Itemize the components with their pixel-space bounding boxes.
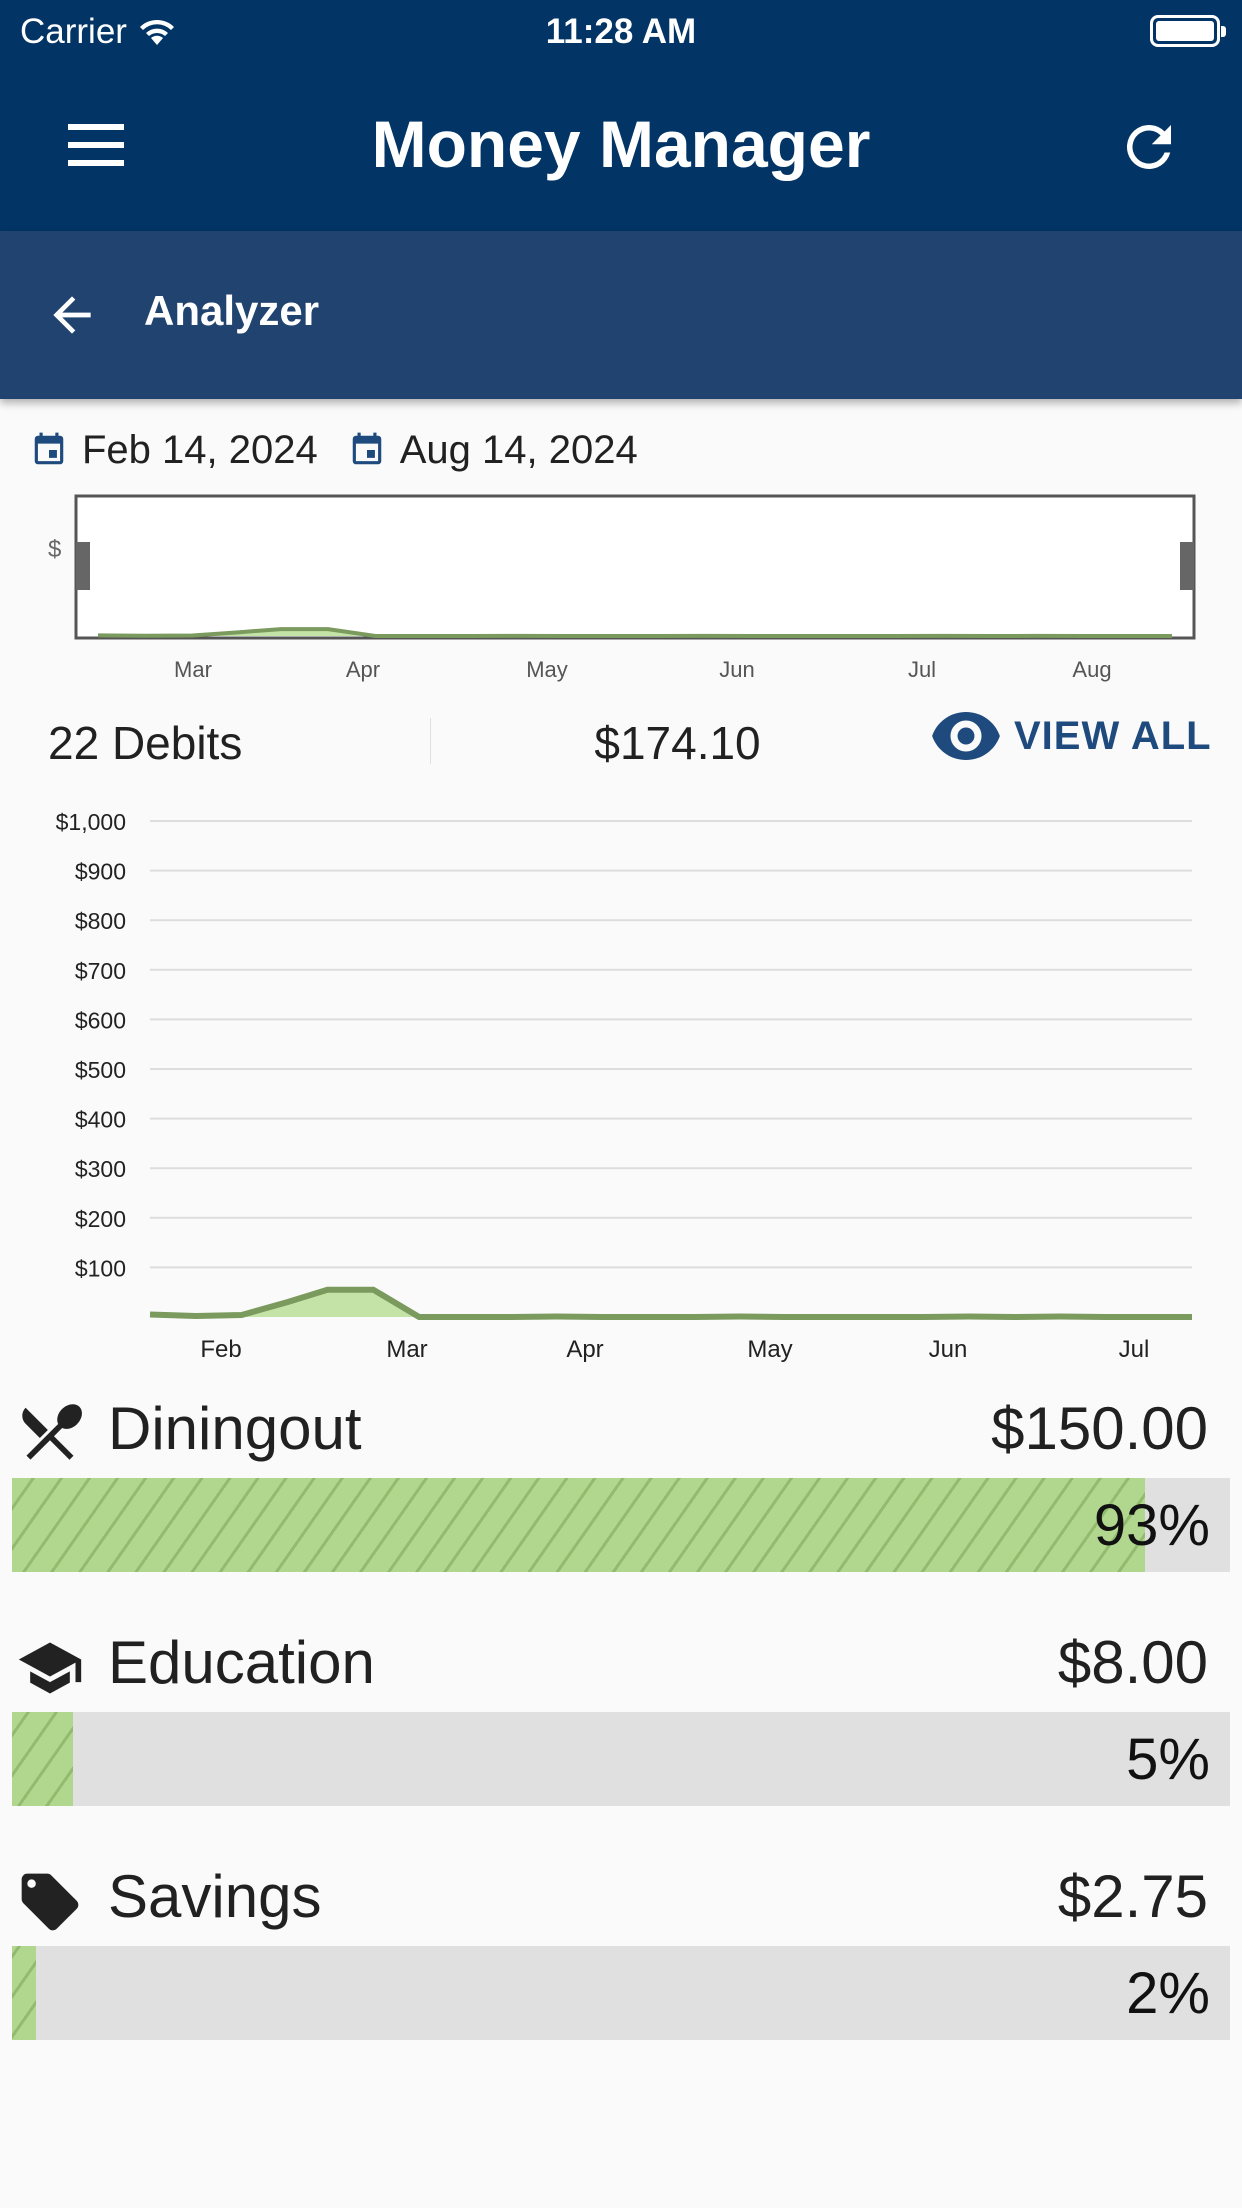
view-all-label: VIEW ALL — [1014, 713, 1212, 758]
total-amount: $174.10 — [594, 717, 761, 769]
category-percent: 93% — [1093, 1493, 1210, 1558]
arrow-back-icon[interactable] — [44, 287, 100, 343]
start-date-label: Feb 14, 2024 — [82, 427, 318, 472]
eye-icon — [932, 712, 1000, 760]
x-tick-label: Feb — [200, 1336, 241, 1363]
category-percent: 5% — [1126, 1727, 1210, 1792]
debits-count: 22 Debits — [48, 717, 243, 769]
app-bar: Money Manager — [0, 62, 1242, 231]
category-progress-bar: 5% — [12, 1712, 1230, 1806]
range-handle-left[interactable] — [76, 542, 90, 590]
status-bar: Carrier 11:28 AM — [0, 0, 1242, 62]
tag-icon — [21, 1873, 79, 1931]
fork-spoon-icon — [22, 1404, 82, 1460]
spending-chart: $1,000 $900 $800 $700 $600 $500 $400 $300 $200 $1… — [56, 809, 1192, 1363]
overview-x-tick-label: Jun — [719, 657, 754, 682]
y-tick-label: $1,000 — [56, 809, 126, 835]
y-tick-label: $200 — [75, 1206, 126, 1232]
battery-icon — [1150, 15, 1226, 47]
overview-x-tick-label: Aug — [1072, 657, 1111, 682]
category-amount: $150.00 — [991, 1395, 1208, 1462]
section-title: Analyzer — [144, 287, 320, 334]
overview-range-chart[interactable]: $ Mar Apr May Jun Jul Aug — [0, 490, 1242, 690]
category-percent: 2% — [1126, 1961, 1210, 2026]
category-progress-bar: 2% — [12, 1946, 1230, 2040]
y-tick-label: $900 — [75, 859, 126, 885]
overview-x-tick-label: May — [526, 657, 568, 682]
start-date-picker[interactable]: Feb 14, 2024 — [30, 428, 318, 473]
date-range: Feb 14, 2024 Aug 14, 2024 — [0, 420, 1242, 480]
category-progress-fill — [12, 1478, 1145, 1572]
category-savings[interactable]: Savings $2.75 2% — [0, 1846, 1242, 2080]
category-name: Savings — [108, 1863, 322, 1930]
x-tick-label: Jun — [929, 1336, 968, 1363]
overview-frame — [74, 494, 1196, 640]
end-date-label: Aug 14, 2024 — [399, 427, 638, 472]
y-tick-label: $700 — [75, 958, 126, 984]
y-tick-label: $400 — [75, 1107, 126, 1133]
overview-x-tick-label: Jul — [908, 657, 936, 682]
status-time: 11:28 AM — [545, 12, 697, 51]
category-name: Education — [108, 1629, 375, 1696]
y-tick-label: $600 — [75, 1007, 126, 1033]
refresh-icon[interactable] — [1116, 114, 1182, 180]
category-name: Diningout — [108, 1395, 362, 1462]
calendar-icon — [352, 432, 381, 465]
divider — [430, 718, 431, 764]
x-tick-label: Apr — [566, 1336, 603, 1363]
app-title: Money Manager — [371, 107, 871, 181]
x-tick-label: May — [747, 1336, 792, 1363]
y-tick-label: $800 — [75, 908, 126, 934]
x-tick-label: Mar — [386, 1336, 427, 1363]
category-progress-bar: 93% — [12, 1478, 1230, 1572]
overview-y-symbol: $ — [48, 536, 61, 563]
end-date-picker[interactable]: Aug 14, 2024 — [348, 428, 638, 473]
overview-x-tick-label: Mar — [174, 657, 212, 682]
category-education[interactable]: Education $8.00 5% — [0, 1612, 1242, 1846]
overview-x-tick-label: Apr — [346, 657, 380, 682]
category-progress-fill — [12, 1712, 73, 1806]
category-amount: $8.00 — [1057, 1629, 1208, 1696]
x-tick-label: Jul — [1119, 1336, 1150, 1363]
y-tick-label: $500 — [75, 1057, 126, 1083]
y-tick-label: $100 — [75, 1255, 126, 1281]
category-progress-fill — [12, 1946, 37, 2040]
range-handle-right[interactable] — [1180, 542, 1194, 590]
calendar-icon — [34, 432, 64, 465]
y-tick-label: $300 — [75, 1156, 126, 1182]
summary-row: 22 Debits $174.10 VIEW ALL — [0, 700, 1242, 780]
section-bar: Analyzer — [0, 231, 1242, 399]
category-amount: $2.75 — [1057, 1863, 1208, 1930]
category-diningout[interactable]: Diningout $150.00 93% — [0, 1378, 1242, 1612]
graduation-cap-icon — [18, 1642, 82, 1694]
view-all-button[interactable]: VIEW ALL — [932, 712, 1212, 760]
